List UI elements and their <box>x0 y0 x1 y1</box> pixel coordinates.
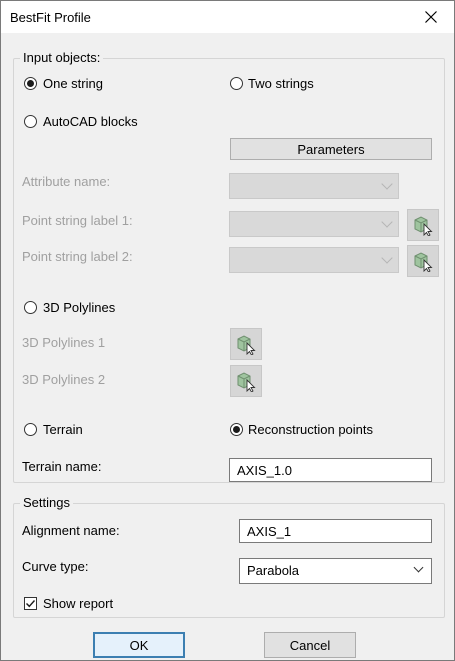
window-title: BestFit Profile <box>10 10 91 25</box>
pick-object-icon <box>414 252 433 272</box>
point-string-label-1-label: Point string label 1: <box>22 213 133 228</box>
alignment-name-field[interactable]: AXIS_1 <box>239 519 432 543</box>
pick-object-icon <box>414 216 433 236</box>
one-string-label[interactable]: One string <box>43 76 103 91</box>
alignment-name-value: AXIS_1 <box>247 524 292 539</box>
point-string-label-1-combo[interactable] <box>229 211 399 237</box>
attribute-name-label: Attribute name: <box>22 174 111 189</box>
chevron-down-icon <box>381 216 393 228</box>
one-string-radio[interactable] <box>24 77 37 90</box>
two-strings-label[interactable]: Two strings <box>248 76 314 91</box>
autocad-blocks-label[interactable]: AutoCAD blocks <box>43 114 138 129</box>
show-report-checkbox[interactable] <box>24 597 37 610</box>
bestfit-profile-dialog: BestFit Profile Input objects: One strin… <box>0 0 455 661</box>
two-strings-radio[interactable] <box>230 77 243 90</box>
chevron-down-icon <box>381 178 393 190</box>
reconstruction-points-label[interactable]: Reconstruction points <box>248 422 373 437</box>
terrain-label[interactable]: Terrain <box>43 422 83 437</box>
ok-button[interactable]: OK <box>93 632 185 658</box>
pick-object-icon <box>237 335 256 355</box>
title-bar: BestFit Profile <box>1 1 454 33</box>
curve-type-label: Curve type: <box>22 559 89 574</box>
reconstruction-points-radio[interactable] <box>230 423 243 436</box>
curve-type-select[interactable]: Parabola <box>239 558 432 584</box>
terrain-radio[interactable] <box>24 423 37 436</box>
3d-polylines-1-label: 3D Polylines 1 <box>22 335 106 350</box>
pick-object-icon <box>237 372 256 392</box>
3d-polylines-label[interactable]: 3D Polylines <box>43 300 115 315</box>
chevron-down-icon <box>381 252 393 264</box>
curve-type-value: Parabola <box>247 563 300 578</box>
input-objects-legend: Input objects: <box>20 50 104 65</box>
attribute-name-combo[interactable] <box>229 173 399 199</box>
parameters-button[interactable]: Parameters <box>230 138 432 160</box>
checkmark-icon <box>26 600 36 608</box>
point-string-label-2-label: Point string label 2: <box>22 249 133 264</box>
point-string-label-2-combo[interactable] <box>229 247 399 273</box>
settings-legend: Settings <box>20 495 73 510</box>
terrain-name-label: Terrain name: <box>22 459 102 474</box>
close-icon <box>425 11 437 23</box>
3d-polylines-radio[interactable] <box>24 301 37 314</box>
chevron-down-icon <box>413 562 424 573</box>
cancel-button[interactable]: Cancel <box>264 632 356 658</box>
ok-button-label: OK <box>129 637 149 653</box>
pick-point-string-1-button[interactable] <box>407 209 439 241</box>
pick-point-string-2-button[interactable] <box>407 245 439 277</box>
terrain-name-value: AXIS_1.0 <box>237 463 292 478</box>
autocad-blocks-radio[interactable] <box>24 115 37 128</box>
close-button[interactable] <box>408 1 454 33</box>
cancel-button-label: Cancel <box>289 637 331 653</box>
pick-3d-polylines-2-button[interactable] <box>230 365 262 397</box>
3d-polylines-2-label: 3D Polylines 2 <box>22 372 106 387</box>
pick-3d-polylines-1-button[interactable] <box>230 328 262 360</box>
show-report-label[interactable]: Show report <box>43 596 113 611</box>
terrain-name-field[interactable]: AXIS_1.0 <box>229 458 432 482</box>
alignment-name-label: Alignment name: <box>22 523 120 538</box>
parameters-button-label: Parameters <box>297 141 365 157</box>
